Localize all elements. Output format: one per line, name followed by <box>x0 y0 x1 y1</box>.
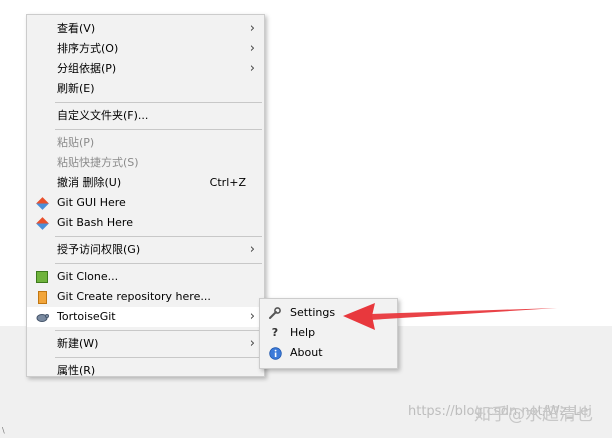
menu-item-label: Git Create repository here... <box>57 290 211 303</box>
chevron-right-icon: › <box>249 41 255 56</box>
menu-item-git-create-repository[interactable]: Git Create repository here... <box>27 287 264 307</box>
watermark-author: @水超清也 <box>508 405 593 425</box>
menu-item-label: TortoiseGit <box>57 310 116 323</box>
submenu-item-about[interactable]: About <box>260 343 397 363</box>
menu-item-label: 撤消 删除(U) <box>57 176 122 189</box>
git-clone-icon <box>35 270 49 284</box>
chevron-right-icon: › <box>249 242 255 257</box>
menu-item-label: About <box>290 346 323 359</box>
menu-item-git-bash-here[interactable]: Git Bash Here <box>27 213 264 233</box>
tortoise-icon <box>35 310 49 324</box>
menu-item-undo-delete[interactable]: 撤消 删除(U) Ctrl+Z <box>27 173 264 193</box>
menu-item-paste-shortcut: 粘贴快捷方式(S) <box>27 153 264 173</box>
chevron-right-icon: › <box>249 21 255 36</box>
menu-item-grant-access[interactable]: 授予访问权限(G) › <box>27 240 264 260</box>
menu-item-properties[interactable]: 属性(R) <box>27 361 264 381</box>
menu-item-label: Help <box>290 326 316 339</box>
menu-item-label: 刷新(E) <box>57 82 95 95</box>
submenu-item-help[interactable]: ? Help <box>260 323 397 343</box>
corner-mark: \ <box>2 426 5 435</box>
tortoisegit-submenu: Settings ? Help About <box>259 298 398 369</box>
git-diamond-icon <box>35 196 49 210</box>
menu-item-git-clone[interactable]: Git Clone... <box>27 267 264 287</box>
menu-item-label: 粘贴(P) <box>57 136 95 149</box>
chevron-right-icon: › <box>249 336 255 351</box>
info-icon <box>268 346 282 360</box>
menu-item-label: 自定义文件夹(F)... <box>57 109 149 122</box>
wrench-icon <box>268 306 282 320</box>
menu-item-refresh[interactable]: 刷新(E) <box>27 79 264 99</box>
menu-item-paste: 粘贴(P) <box>27 133 264 153</box>
menu-item-tortoisegit[interactable]: TortoiseGit › <box>27 307 264 327</box>
chevron-right-icon: › <box>249 309 255 324</box>
menu-item-label: 授予访问权限(G) <box>57 243 141 256</box>
menu-item-label: Git Clone... <box>57 270 119 283</box>
menu-separator <box>55 263 262 264</box>
menu-item-label: 新建(W) <box>57 337 99 350</box>
menu-item-label: 查看(V) <box>57 22 96 35</box>
chevron-right-icon: › <box>249 61 255 76</box>
shortcut-label: Ctrl+Z <box>209 176 246 189</box>
context-menu: 查看(V) › 排序方式(O) › 分组依据(P) › 刷新(E) 自定义文件夹… <box>26 14 265 377</box>
menu-separator <box>55 357 262 358</box>
menu-item-git-gui-here[interactable]: Git GUI Here <box>27 193 264 213</box>
git-diamond-icon <box>35 216 49 230</box>
menu-item-group-by[interactable]: 分组依据(P) › <box>27 59 264 79</box>
menu-item-new[interactable]: 新建(W) › <box>27 334 264 354</box>
menu-separator <box>55 236 262 237</box>
menu-item-label: Git GUI Here <box>57 196 126 209</box>
menu-item-label: 属性(R) <box>57 364 96 377</box>
menu-item-label: 排序方式(O) <box>57 42 119 55</box>
menu-item-sort-by[interactable]: 排序方式(O) › <box>27 39 264 59</box>
menu-item-view[interactable]: 查看(V) › <box>27 19 264 39</box>
question-mark-icon: ? <box>271 326 279 339</box>
menu-separator <box>55 129 262 130</box>
menu-item-label: 粘贴快捷方式(S) <box>57 156 139 169</box>
submenu-item-settings[interactable]: Settings <box>260 303 397 323</box>
menu-item-label: Settings <box>290 306 336 319</box>
menu-item-label: Git Bash Here <box>57 216 133 229</box>
menu-item-customize-folder[interactable]: 自定义文件夹(F)... <box>27 106 264 126</box>
git-repo-icon <box>35 290 49 304</box>
menu-item-label: 分组依据(P) <box>57 62 117 75</box>
watermark-site: 知乎 <box>474 405 508 425</box>
menu-separator <box>55 330 262 331</box>
menu-separator <box>55 102 262 103</box>
